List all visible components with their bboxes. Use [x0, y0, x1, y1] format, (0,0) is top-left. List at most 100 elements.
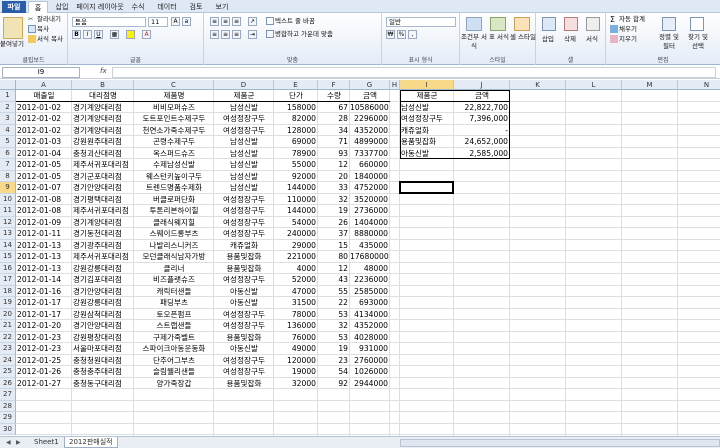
cell[interactable]: 4134000: [350, 309, 390, 321]
table-format-icon[interactable]: [490, 17, 506, 31]
cell[interactable]: 남성신발: [214, 171, 274, 183]
cell[interactable]: 19: [318, 205, 350, 217]
cell[interactable]: 경기군포대리점: [72, 171, 134, 183]
cell[interactable]: 19000: [274, 366, 318, 378]
cell[interactable]: 2012-01-05: [16, 171, 72, 183]
cell[interactable]: 여성정장구두: [214, 194, 274, 206]
font-size-combo[interactable]: 11: [148, 17, 168, 27]
clear-button[interactable]: 지우기: [610, 35, 637, 44]
cell[interactable]: 82000: [274, 113, 318, 125]
number-format-combo[interactable]: 일반: [386, 17, 456, 27]
row-header[interactable]: 19: [0, 297, 16, 309]
row-header[interactable]: 13: [0, 228, 16, 240]
italic-icon[interactable]: I: [83, 30, 92, 39]
cell[interactable]: 55: [318, 286, 350, 298]
align-top-icon[interactable]: ≡: [210, 17, 219, 26]
column-header-l[interactable]: L: [566, 80, 622, 90]
cell[interactable]: 여성정장구두: [214, 355, 274, 367]
cell[interactable]: 2012-01-02: [16, 102, 72, 114]
cell[interactable]: -: [454, 125, 510, 137]
column-header-n[interactable]: N: [678, 80, 720, 90]
cell[interactable]: 2012-01-07: [16, 182, 72, 194]
cell[interactable]: 패딩부츠: [134, 297, 214, 309]
cell[interactable]: 캐릭터샌들: [134, 286, 214, 298]
cell[interactable]: 슬림웰리샌들: [134, 366, 214, 378]
cell[interactable]: 수량: [318, 90, 350, 102]
cell[interactable]: 26: [318, 217, 350, 229]
align-center-icon[interactable]: ≡: [221, 30, 230, 39]
cell[interactable]: 경기계양대리점: [72, 125, 134, 137]
find-select-button[interactable]: 찾기 및 선택: [684, 33, 712, 51]
name-box[interactable]: I9: [2, 67, 80, 78]
cell[interactable]: 금액: [454, 90, 510, 102]
cell[interactable]: 4899000: [350, 136, 390, 148]
cell[interactable]: 33: [318, 182, 350, 194]
cell[interactable]: 스파이크아동운동화: [134, 343, 214, 355]
ribbon-tab-2[interactable]: 삽입: [50, 1, 74, 13]
cell[interactable]: 22: [318, 297, 350, 309]
cell[interactable]: 20: [318, 171, 350, 183]
cell[interactable]: 2236000: [350, 274, 390, 286]
shrink-font-icon[interactable]: a: [182, 17, 191, 26]
cell[interactable]: 2012-01-14: [16, 274, 72, 286]
cell[interactable]: 10586000: [350, 102, 390, 114]
cell[interactable]: 2012-01-17: [16, 297, 72, 309]
cell[interactable]: 23: [318, 355, 350, 367]
cell[interactable]: 남성신발: [400, 102, 454, 114]
cell[interactable]: 여성정장구두: [214, 320, 274, 332]
cell[interactable]: 2012-01-16: [16, 286, 72, 298]
sort-filter-button[interactable]: 정렬 및 필터: [656, 33, 682, 51]
cell[interactable]: 8880000: [350, 228, 390, 240]
conditional-format-button[interactable]: 조건부 서식: [460, 33, 488, 51]
cell[interactable]: 4752000: [350, 182, 390, 194]
indent-icon[interactable]: ⇥: [248, 30, 257, 39]
cell[interactable]: 158000: [274, 102, 318, 114]
cell[interactable]: 29000: [274, 240, 318, 252]
cell[interactable]: 캐쥬얼화: [214, 240, 274, 252]
ribbon-tab-1[interactable]: 홈: [28, 1, 48, 13]
cell[interactable]: 28: [318, 113, 350, 125]
cell[interactable]: 54: [318, 366, 350, 378]
row-header[interactable]: 30: [0, 423, 16, 435]
cell[interactable]: 대리점명: [72, 90, 134, 102]
font-color-icon[interactable]: A: [142, 30, 151, 39]
ribbon-tab-6[interactable]: 검토: [184, 1, 208, 13]
row-header[interactable]: 17: [0, 274, 16, 286]
row-header[interactable]: 25: [0, 366, 16, 378]
row-header[interactable]: 7: [0, 159, 16, 171]
cell[interactable]: 693000: [350, 297, 390, 309]
row-header[interactable]: 18: [0, 285, 16, 297]
cell[interactable]: 서울마포대리점: [72, 343, 134, 355]
cell[interactable]: 54000: [274, 217, 318, 229]
active-cell-i9[interactable]: [399, 181, 454, 194]
column-header-a[interactable]: A: [16, 80, 72, 90]
cell[interactable]: 웨스턴키높이구두: [134, 171, 214, 183]
cell[interactable]: 제품군: [214, 90, 274, 102]
delete-cells-button[interactable]: 삭제: [564, 35, 576, 44]
cell[interactable]: 4000: [274, 263, 318, 275]
cell[interactable]: 여성정장구두: [214, 217, 274, 229]
row-header[interactable]: 8: [0, 170, 16, 182]
cell[interactable]: 경기계양대리점: [72, 217, 134, 229]
cell[interactable]: 2,585,000: [454, 148, 510, 160]
cell[interactable]: 435000: [350, 240, 390, 252]
sheet-nav-next-icon[interactable]: ▶: [16, 439, 21, 446]
cell[interactable]: 제주서귀포대리점: [72, 205, 134, 217]
cell[interactable]: 경기안양대리점: [72, 320, 134, 332]
cell[interactable]: 221000: [274, 251, 318, 263]
cell[interactable]: 제주서귀포대리점: [72, 159, 134, 171]
fill-color-icon[interactable]: [126, 30, 135, 39]
cell[interactable]: 용품및잡화: [214, 378, 274, 390]
cell[interactable]: 경기광주대리점: [72, 240, 134, 252]
column-header-f[interactable]: F: [318, 80, 350, 90]
cell[interactable]: 2012-01-13: [16, 251, 72, 263]
cell[interactable]: 경기안양대리점: [72, 286, 134, 298]
horizontal-scrollbar[interactable]: [400, 439, 720, 447]
cell[interactable]: 양가죽장갑: [134, 378, 214, 390]
cell[interactable]: 단가: [274, 90, 318, 102]
cell[interactable]: 1404000: [350, 217, 390, 229]
cell[interactable]: 수제남성신발: [134, 159, 214, 171]
row-header[interactable]: 12: [0, 216, 16, 228]
cell[interactable]: 43: [318, 274, 350, 286]
bold-icon[interactable]: B: [72, 30, 81, 39]
